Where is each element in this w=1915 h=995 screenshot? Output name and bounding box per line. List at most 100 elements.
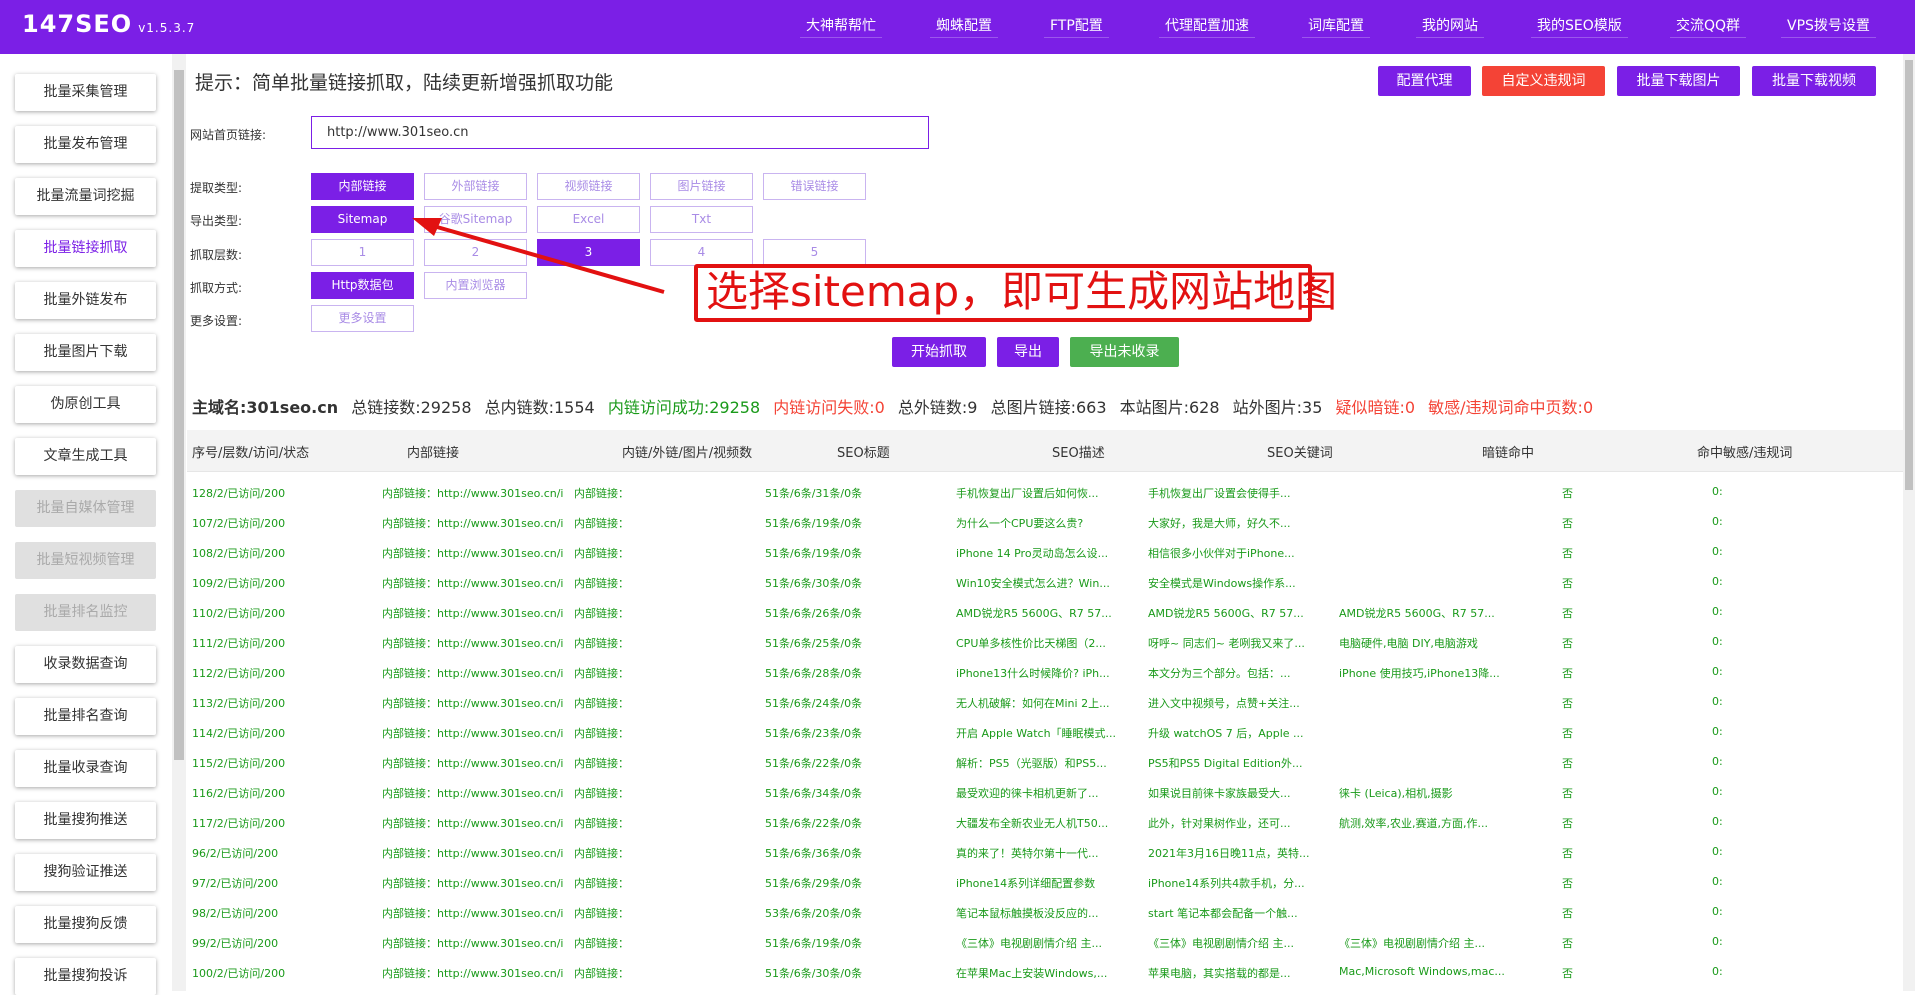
cell-internal-link[interactable]: 内部链接：http://www.301seo.cn/i <box>382 725 567 741</box>
page-scrollbar-thumb[interactable] <box>1905 60 1913 490</box>
batch-download-images-button[interactable]: 批量下载图片 <box>1617 66 1740 96</box>
table-row[interactable]: 114/2/已访问/200 内部链接：http://www.301seo.cn/i… <box>187 717 1903 747</box>
export-unindexed-button[interactable]: 导出未收录 <box>1070 337 1179 367</box>
column-header: SEO关键词 <box>1267 446 1333 461</box>
sidebar-item[interactable]: 文章生成工具 <box>15 438 156 475</box>
cell-internal-link[interactable]: 内部链接：http://www.301seo.cn/i <box>382 575 567 591</box>
table-row[interactable]: 99/2/已访问/200 内部链接：http://www.301seo.cn/i 内… <box>187 927 1903 957</box>
cell-internal-link[interactable]: 内部链接：http://www.301seo.cn/i <box>382 815 567 831</box>
stat-external-images: 站外图片:35 <box>1232 398 1323 417</box>
cell-seo-keywords: 《三体》电视剧剧情介绍 主... <box>1339 937 1485 950</box>
table-row[interactable]: 116/2/已访问/200 内部链接：http://www.301seo.cn/i… <box>187 777 1903 807</box>
table-row[interactable]: 112/2/已访问/200 内部链接：http://www.301seo.cn/i… <box>187 657 1903 687</box>
stat-site-images: 本站图片:628 <box>1119 398 1220 417</box>
sidebar-item[interactable]: 批量收录查询 <box>15 750 156 787</box>
nav-item[interactable]: 我的SEO模版 <box>1531 14 1628 38</box>
sidebar-item[interactable]: 批量链接抓取 <box>15 230 156 267</box>
sidebar-scrollbar-thumb[interactable] <box>174 70 184 760</box>
table-row[interactable]: 128/2/已访问/200 内部链接：http://www.301seo.cn/i… <box>187 477 1903 507</box>
depth-option-3[interactable]: 3 <box>537 239 640 266</box>
nav-item[interactable]: 蜘蛛配置 <box>930 14 998 38</box>
sidebar-item[interactable]: 批量搜狗投诉 <box>15 958 156 995</box>
extract-option-error[interactable]: 错误链接 <box>763 173 866 200</box>
annotation-callout: 选择sitemap，即可生成网站地图 <box>694 264 1337 322</box>
cell-internal-link[interactable]: 内部链接：http://www.301seo.cn/i <box>382 785 567 801</box>
cell-seo-title: 无人机破解：如何在Mini 2上... <box>956 697 1110 710</box>
sidebar-item[interactable]: 搜狗验证推送 <box>15 854 156 891</box>
depth-option-4[interactable]: 4 <box>650 239 753 266</box>
cell-internal-link[interactable]: 内部链接：http://www.301seo.cn/i <box>382 665 567 681</box>
extract-option-external[interactable]: 外部链接 <box>424 173 527 200</box>
extract-option-internal[interactable]: 内部链接 <box>311 173 414 200</box>
sidebar-item[interactable]: 批量外链发布 <box>15 282 156 319</box>
export-option-google-sitemap[interactable]: 谷歌Sitemap <box>424 206 527 233</box>
site-url-input[interactable]: http://www.301seo.cn <box>311 116 929 149</box>
cell-seo-title: 在苹果Mac上安装Windows,... <box>956 967 1108 980</box>
config-proxy-button[interactable]: 配置代理 <box>1378 66 1471 96</box>
depth-option-2[interactable]: 2 <box>424 239 527 266</box>
extract-option-image[interactable]: 图片链接 <box>650 173 753 200</box>
nav-item[interactable]: 代理配置加速 <box>1159 14 1255 38</box>
cell-internal-link[interactable]: 内部链接：http://www.301seo.cn/i <box>382 695 567 711</box>
table-row[interactable]: 98/2/已访问/200 内部链接：http://www.301seo.cn/i 内… <box>187 897 1903 927</box>
nav-item[interactable]: 词库配置 <box>1302 14 1370 38</box>
table-row[interactable]: 117/2/已访问/200 内部链接：http://www.301seo.cn/i… <box>187 807 1903 837</box>
export-option-txt[interactable]: Txt <box>650 206 753 233</box>
start-crawl-button[interactable]: 开始抓取 <box>892 337 986 367</box>
nav-item[interactable]: FTP配置 <box>1044 14 1109 38</box>
table-row[interactable]: 100/2/已访问/200 内部链接：http://www.301seo.cn/i… <box>187 957 1903 987</box>
more-settings-button[interactable]: 更多设置 <box>311 305 414 332</box>
cell-link-type: 内部链接： <box>574 607 629 620</box>
sidebar-item[interactable]: 批量图片下载 <box>15 334 156 371</box>
cell-internal-link[interactable]: 内部链接：http://www.301seo.cn/i <box>382 935 567 951</box>
crawl-stats: 主域名:301seo.cn 总链接数:29258 总内链数:1554 内链访问成… <box>192 394 1601 418</box>
export-button[interactable]: 导出 <box>997 337 1059 367</box>
cell-internal-link[interactable]: 内部链接：http://www.301seo.cn/i <box>382 845 567 861</box>
sidebar-item[interactable]: 批量排名查询 <box>15 698 156 735</box>
nav-item[interactable]: 大神帮帮忙 <box>800 14 882 38</box>
cell-internal-link[interactable]: 内部链接：http://www.301seo.cn/i <box>382 485 567 501</box>
sidebar-item[interactable]: 批量流量词挖掘 <box>15 178 156 215</box>
table-row[interactable]: 97/2/已访问/200 内部链接：http://www.301seo.cn/i 内… <box>187 867 1903 897</box>
export-option-excel[interactable]: Excel <box>537 206 640 233</box>
depth-option-5[interactable]: 5 <box>763 239 866 266</box>
cell-internal-link[interactable]: 内部链接：http://www.301seo.cn/i <box>382 635 567 651</box>
sidebar-item[interactable]: 批量搜狗反馈 <box>15 906 156 943</box>
table-row[interactable]: 110/2/已访问/200 内部链接：http://www.301seo.cn/i… <box>187 597 1903 627</box>
cell-dark-link: 否 <box>1562 787 1573 800</box>
sidebar-item[interactable]: 收录数据查询 <box>15 646 156 683</box>
table-row[interactable]: 115/2/已访问/200 内部链接：http://www.301seo.cn/i… <box>187 747 1903 777</box>
cell-internal-link[interactable]: 内部链接：http://www.301seo.cn/i <box>382 875 567 891</box>
sidebar-item[interactable]: 批量搜狗推送 <box>15 802 156 839</box>
cell-internal-link[interactable]: 内部链接：http://www.301seo.cn/i <box>382 905 567 921</box>
table-row[interactable]: 108/2/已访问/200 内部链接：http://www.301seo.cn/i… <box>187 537 1903 567</box>
extract-option-video[interactable]: 视频链接 <box>537 173 640 200</box>
cell-internal-link[interactable]: 内部链接：http://www.301seo.cn/i <box>382 755 567 771</box>
cell-sensitive: 0: <box>1712 635 1723 648</box>
cell-counts: 51条/6条/30条/0条 <box>765 967 863 980</box>
custom-banned-words-button[interactable]: 自定义违规词 <box>1482 66 1605 96</box>
table-row[interactable]: 96/2/已访问/200 内部链接：http://www.301seo.cn/i 内… <box>187 837 1903 867</box>
cell-seo-description: 安全模式是Windows操作系... <box>1148 577 1296 590</box>
table-row[interactable]: 107/2/已访问/200 内部链接：http://www.301seo.cn/i… <box>187 507 1903 537</box>
sidebar-item[interactable]: 伪原创工具 <box>15 386 156 423</box>
nav-item[interactable]: 我的网站 <box>1416 14 1484 38</box>
nav-item[interactable]: 交流QQ群 <box>1670 14 1747 38</box>
table-row[interactable]: 113/2/已访问/200 内部链接：http://www.301seo.cn/i… <box>187 687 1903 717</box>
cell-internal-link[interactable]: 内部链接：http://www.301seo.cn/i <box>382 515 567 531</box>
sidebar-item[interactable]: 批量发布管理 <box>15 126 156 163</box>
depth-option-1[interactable]: 1 <box>311 239 414 266</box>
cell-sensitive: 0: <box>1712 725 1723 738</box>
sidebar-item[interactable]: 批量采集管理 <box>15 74 156 111</box>
table-row[interactable]: 109/2/已访问/200 内部链接：http://www.301seo.cn/i… <box>187 567 1903 597</box>
cell-internal-link[interactable]: 内部链接：http://www.301seo.cn/i <box>382 965 567 981</box>
batch-download-videos-button[interactable]: 批量下载视频 <box>1752 66 1876 96</box>
method-option-browser[interactable]: 内置浏览器 <box>424 272 527 299</box>
export-option-sitemap[interactable]: Sitemap <box>311 206 414 233</box>
cell-internal-link[interactable]: 内部链接：http://www.301seo.cn/i <box>382 545 567 561</box>
table-row[interactable]: 111/2/已访问/200 内部链接：http://www.301seo.cn/i… <box>187 627 1903 657</box>
method-option-http[interactable]: Http数据包 <box>311 272 414 299</box>
cell-link-type: 内部链接： <box>574 817 629 830</box>
nav-item[interactable]: VPS拨号设置 <box>1781 14 1876 38</box>
cell-internal-link[interactable]: 内部链接：http://www.301seo.cn/i <box>382 605 567 621</box>
